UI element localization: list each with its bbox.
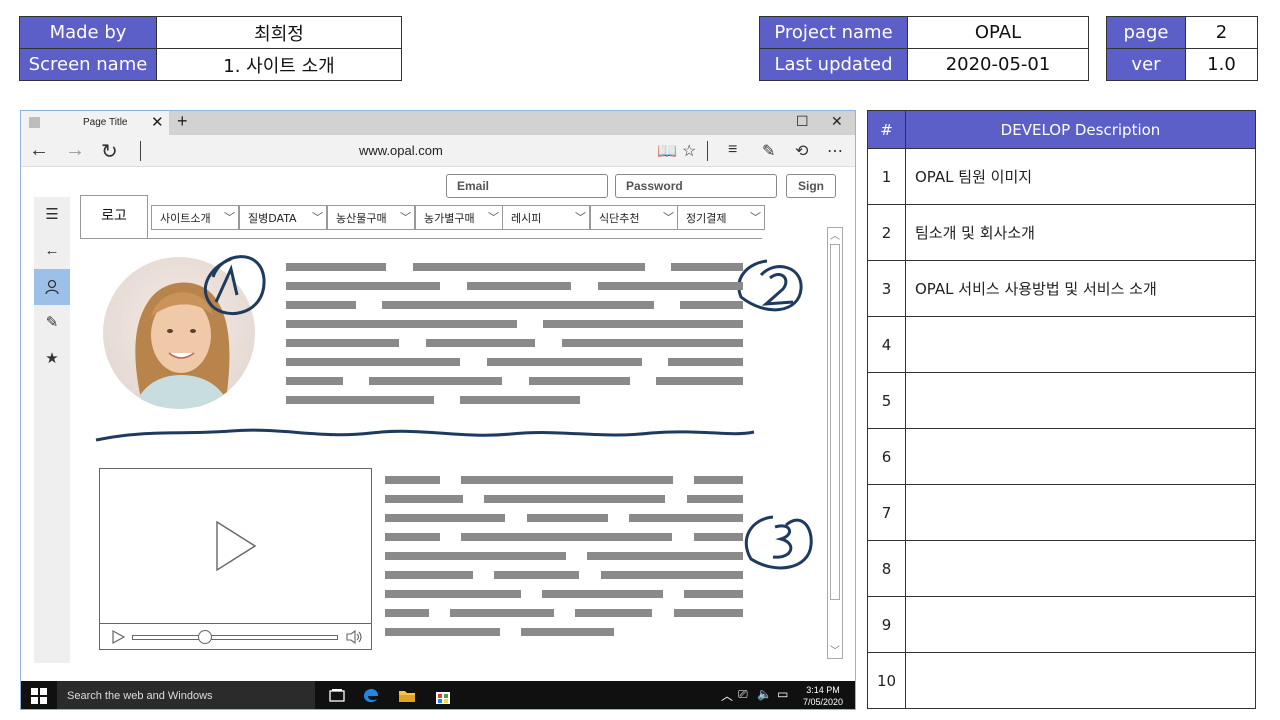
page-label: page: [1106, 16, 1186, 49]
volume-icon[interactable]: [346, 630, 363, 644]
note-icon[interactable]: ✎: [762, 141, 775, 161]
seek-bar[interactable]: [132, 635, 338, 640]
file-explorer-icon[interactable]: [397, 686, 417, 706]
divider: [140, 141, 141, 161]
table-row: 10: [867, 652, 1256, 709]
made-by-value: 최희정: [156, 16, 402, 49]
play-icon[interactable]: [215, 520, 257, 572]
col-desc-header: DEVELOP Description: [905, 110, 1256, 149]
browser-tab[interactable]: Page Title ✕: [21, 111, 169, 135]
edge-icon[interactable]: [361, 686, 381, 706]
row-num: 9: [867, 596, 906, 653]
row-desc: [905, 540, 1256, 597]
row-num: 7: [867, 484, 906, 541]
row-desc: OPAL 팀원 이미지: [905, 148, 1256, 205]
volume-tray-icon[interactable]: 🔈: [757, 687, 772, 701]
meta-table-page: page 2 ver 1.0: [1106, 16, 1258, 81]
table-row: 2 팀소개 및 회사소개: [867, 204, 1256, 261]
row-num: 6: [867, 428, 906, 485]
last-updated-label: Last updated: [759, 48, 908, 81]
share-icon[interactable]: ⟲: [795, 141, 808, 161]
row-num: 8: [867, 540, 906, 597]
row-desc: [905, 652, 1256, 709]
store-icon[interactable]: [433, 686, 453, 706]
screen-name-value: 1. 사이트 소개: [156, 48, 402, 81]
row-num: 5: [867, 372, 906, 429]
hub-icon[interactable]: ≡: [728, 141, 737, 159]
table-row: 7: [867, 484, 1256, 541]
made-by-label: Made by: [19, 16, 157, 49]
row-num: 4: [867, 316, 906, 373]
row-desc: [905, 372, 1256, 429]
row-num: 2: [867, 204, 906, 261]
forward-icon[interactable]: →: [65, 139, 85, 162]
play-small-icon[interactable]: [112, 630, 125, 644]
window-close-icon[interactable]: ✕: [831, 113, 843, 130]
table-row: 1 OPAL 팀원 이미지: [867, 148, 1256, 205]
row-num: 10: [867, 652, 906, 709]
divider: [707, 141, 708, 161]
project-name-value: OPAL: [907, 16, 1089, 49]
back-icon[interactable]: ←: [29, 139, 49, 162]
row-desc: 팀소개 및 회사소개: [905, 204, 1256, 261]
video-controls: [100, 623, 371, 650]
new-tab-icon[interactable]: +: [177, 111, 188, 132]
scroll-thumb[interactable]: [830, 244, 840, 600]
video-player[interactable]: [99, 468, 372, 650]
meta-table-left: Made by 최희정 Screen name 1. 사이트 소개: [19, 16, 402, 81]
tab-title: Page Title: [83, 117, 128, 128]
scroll-down-icon[interactable]: ﹀: [830, 642, 840, 657]
row-desc: [905, 484, 1256, 541]
row-desc: OPAL 서비스 사용방법 및 서비스 소개: [905, 260, 1256, 317]
taskbar: Search the web and Windows ︿ ⎚ 🔈 ▭ 3:14 …: [21, 681, 855, 709]
tray-chevron-icon[interactable]: ︿: [721, 687, 733, 704]
description-table: # DEVELOP Description 1 OPAL 팀원 이미지 2 팀소개 …: [867, 110, 1256, 709]
table-row: 3 OPAL 서비스 사용방법 및 서비스 소개: [867, 260, 1256, 317]
seek-handle[interactable]: [198, 630, 212, 644]
col-num-header: #: [867, 110, 906, 149]
table-row: 9: [867, 596, 1256, 653]
tab-close-icon[interactable]: ✕: [151, 113, 164, 131]
maximize-icon[interactable]: ☐: [796, 113, 809, 130]
scrollbar[interactable]: ︿ ﹀: [827, 227, 843, 659]
row-desc: [905, 428, 1256, 485]
windows-start-icon[interactable]: [31, 688, 47, 704]
table-row: 6: [867, 428, 1256, 485]
notification-icon[interactable]: ▭: [777, 687, 788, 701]
refresh-icon[interactable]: ↻: [101, 139, 118, 164]
ver-value: 1.0: [1185, 48, 1258, 81]
scroll-up-icon[interactable]: ︿: [830, 227, 840, 242]
page-value: 2: [1185, 16, 1258, 49]
table-row: 8: [867, 540, 1256, 597]
screen-name-label: Screen name: [19, 48, 157, 81]
last-updated-value: 2020-05-01: [907, 48, 1089, 81]
row-desc: [905, 316, 1256, 373]
clock[interactable]: 3:14 PM 7/05/2020: [803, 684, 843, 708]
table-row: 5: [867, 372, 1256, 429]
browser-window: Page Title ✕ + ☐ ✕ ← → ↻ www.opal.com 📖 …: [20, 110, 856, 710]
table-row: 4: [867, 316, 1256, 373]
address-bar: ← → ↻ www.opal.com 📖 ☆ ≡ ✎ ⟲ ⋯: [21, 135, 855, 167]
taskbar-search[interactable]: Search the web and Windows: [57, 681, 315, 709]
ver-label: ver: [1106, 48, 1186, 81]
reading-view-icon[interactable]: 📖: [657, 141, 677, 161]
clock-date: 7/05/2020: [802, 697, 843, 707]
row-num: 3: [867, 260, 906, 317]
row-desc: [905, 596, 1256, 653]
tab-bar: Page Title ✕ + ☐ ✕: [21, 111, 855, 135]
network-icon[interactable]: ⎚: [738, 687, 748, 702]
more-icon[interactable]: ⋯: [827, 141, 843, 161]
row-num: 1: [867, 148, 906, 205]
clock-time: 3:14 PM: [806, 685, 840, 695]
task-view-icon[interactable]: [327, 686, 347, 706]
meta-table-project: Project name OPAL Last updated 2020-05-0…: [759, 16, 1089, 81]
favorite-star-icon[interactable]: ☆: [682, 141, 696, 161]
favicon-icon: [29, 117, 40, 128]
url-field[interactable]: www.opal.com: [359, 143, 443, 158]
page-content: Email Password Sign ☰ ← ✎ ★ 로고 사이트소개 ﹀ 질병…: [21, 167, 855, 681]
project-name-label: Project name: [759, 16, 908, 49]
